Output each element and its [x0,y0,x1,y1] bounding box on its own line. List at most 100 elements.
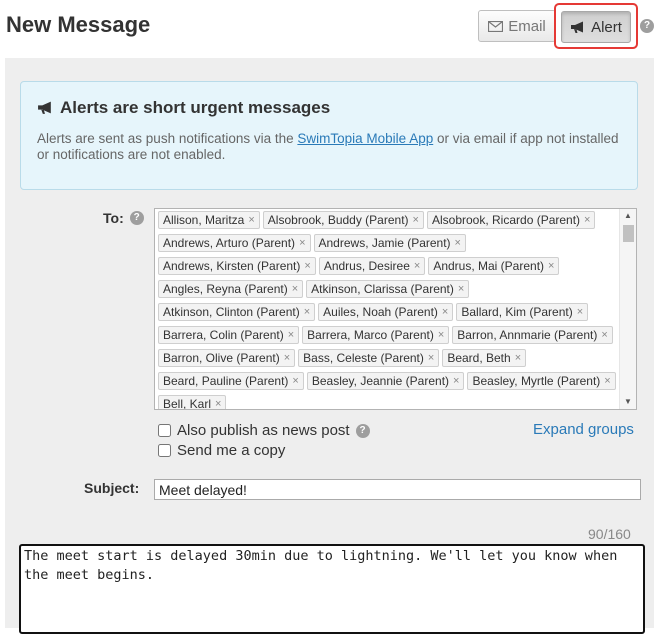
remove-recipient-icon[interactable]: × [601,329,607,341]
expand-groups-link[interactable]: Expand groups [533,421,634,438]
info-title-text: Alerts are short urgent messages [60,98,331,117]
question-circle-icon[interactable]: ? [355,423,370,438]
remove-recipient-icon[interactable]: × [288,329,294,341]
question-circle-icon[interactable]: ? [640,19,654,33]
recipient-name: Beard, Pauline (Parent) [163,374,289,388]
recipient-chip: Andrews, Jamie (Parent) × [313,234,466,252]
remove-recipient-icon[interactable]: × [284,352,290,364]
publish-news-option[interactable]: Also publish as news post ? [158,422,370,439]
scroll-thumb[interactable] [623,225,634,242]
recipient-chip: Auiles, Noah (Parent) × [318,303,454,321]
megaphone-icon [571,21,584,33]
remove-recipient-icon[interactable]: × [453,375,459,387]
scroll-up-icon[interactable]: ▲ [620,209,636,223]
recipient-chip: Bass, Celeste (Parent) × [298,349,440,367]
remove-recipient-icon[interactable]: × [455,237,461,249]
recipient-name: Beasley, Jeannie (Parent) [311,374,450,388]
recipient-chip: Allison, Maritza × [158,211,260,229]
question-circle-icon[interactable]: ? [129,211,144,225]
remove-recipient-icon[interactable]: × [248,214,254,226]
remove-recipient-icon[interactable]: × [299,237,305,249]
recipient-chip: Barron, Olive (Parent) × [158,349,296,367]
recipient-name: Bass, Celeste (Parent) [303,351,424,365]
recipient-chip: Andrews, Arturo (Parent) × [158,234,311,252]
recipient-name: Allison, Maritza [163,213,245,227]
remove-recipient-icon[interactable]: × [215,398,221,409]
recipient-chip: Alsobrook, Buddy (Parent) × [262,211,424,229]
recipient-name: Auiles, Noah (Parent) [323,305,438,319]
recipient-chip: Atkinson, Clinton (Parent) × [158,303,316,321]
recipients-field[interactable]: Allison, Maritza × Alsobrook, Buddy (Paren… [154,208,637,410]
recipient-name: Beasley, Myrtle (Parent) [472,374,601,388]
recipient-name: Andrus, Mai (Parent) [433,259,545,273]
remove-recipient-icon[interactable]: × [577,306,583,318]
info-text: Alerts are sent as push notifications vi… [37,131,627,163]
recipient-name: Alsobrook, Ricardo (Parent) [431,213,581,227]
message-form: Alerts are short urgent messages Alerts … [5,58,654,634]
remove-recipient-icon[interactable]: × [548,260,554,272]
recipient-chip: Bell, Karl × [158,395,227,410]
recipient-name: Angles, Reyna (Parent) [163,282,288,296]
email-button-label: Email [508,17,546,35]
mobile-app-link[interactable]: SwimTopia Mobile App [297,131,433,146]
character-counter: 90/160 [588,526,631,542]
remove-recipient-icon[interactable]: × [292,375,298,387]
remove-recipient-icon[interactable]: × [292,283,298,295]
recipient-chip: Andrews, Kirsten (Parent) × [158,257,316,275]
remove-recipient-icon[interactable]: × [442,306,448,318]
remove-recipient-icon[interactable]: × [304,260,310,272]
send-copy-option[interactable]: Send me a copy [158,442,285,459]
recipient-chip: Angles, Reyna (Parent) × [158,280,304,298]
envelope-icon [488,20,504,32]
recipients-scrollbar[interactable]: ▲ ▼ [619,209,636,409]
recipient-chip: Alsobrook, Ricardo (Parent) × [426,211,596,229]
recipient-list: Allison, Maritza × Alsobrook, Buddy (Paren… [158,211,618,410]
recipient-name: Barron, Olive (Parent) [163,351,280,365]
scroll-down-icon[interactable]: ▼ [620,395,636,409]
subject-input[interactable] [154,479,641,500]
alert-highlight: Alert [554,3,638,49]
recipient-chip: Atkinson, Clarissa (Parent) × [306,280,470,298]
recipient-name: Beard, Beth [447,351,511,365]
recipient-name: Bell, Karl [163,397,212,410]
remove-recipient-icon[interactable]: × [458,283,464,295]
publish-news-label: Also publish as news post [177,422,350,439]
alert-button-label: Alert [591,18,622,36]
remove-recipient-icon[interactable]: × [604,375,610,387]
alert-button[interactable]: Alert [561,11,631,43]
recipient-chip: Andrus, Mai (Parent) × [428,257,560,275]
recipient-name: Barron, Annmarie (Parent) [457,328,598,342]
page-title: New Message [6,12,151,37]
recipient-chip: Barron, Annmarie (Parent) × [452,326,613,344]
recipient-name: Ballard, Kim (Parent) [461,305,573,319]
remove-recipient-icon[interactable]: × [414,260,420,272]
recipient-chip: Beasley, Myrtle (Parent) × [467,372,616,390]
publish-news-checkbox[interactable] [158,424,171,437]
recipient-chip: Beard, Pauline (Parent) × [158,372,304,390]
to-label-text: To: [103,210,124,226]
recipient-name: Barrera, Marco (Parent) [307,328,434,342]
recipient-chip: Ballard, Kim (Parent) × [456,303,589,321]
megaphone-icon [38,101,51,114]
send-copy-label: Send me a copy [177,442,286,459]
recipient-chip: Barrera, Colin (Parent) × [158,326,300,344]
recipient-name: Andrus, Desiree [323,259,410,273]
recipient-name: Atkinson, Clarissa (Parent) [311,282,454,296]
remove-recipient-icon[interactable]: × [413,214,419,226]
remove-recipient-icon[interactable]: × [584,214,590,226]
remove-recipient-icon[interactable]: × [304,306,310,318]
alert-info-box: Alerts are short urgent messages Alerts … [20,81,638,190]
remove-recipient-icon[interactable]: × [428,352,434,364]
remove-recipient-icon[interactable]: × [515,352,521,364]
to-label: To: ? [103,210,144,226]
info-text-before: Alerts are sent as push notifications vi… [37,131,298,146]
recipient-name: Barrera, Colin (Parent) [163,328,284,342]
recipient-chip: Beard, Beth × [442,349,527,367]
email-button[interactable]: Email [478,10,556,42]
send-copy-checkbox[interactable] [158,444,171,457]
recipient-name: Alsobrook, Buddy (Parent) [267,213,409,227]
recipient-chip: Beasley, Jeannie (Parent) × [306,372,465,390]
info-title: Alerts are short urgent messages [37,98,330,118]
recipient-chip: Barrera, Marco (Parent) × [302,326,450,344]
remove-recipient-icon[interactable]: × [438,329,444,341]
